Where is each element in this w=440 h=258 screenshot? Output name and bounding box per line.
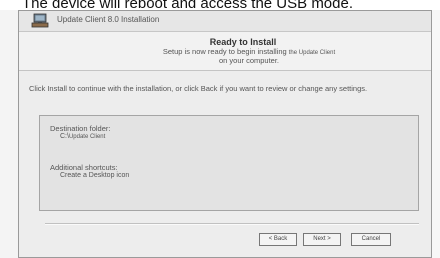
installer-window: Update Client 8.0 Installation Ready to …: [18, 10, 432, 258]
shortcut-item: Create a Desktop icon: [60, 172, 130, 179]
destination-folder-label: Destination folder:: [50, 124, 111, 133]
cancel-button[interactable]: Cancel: [351, 233, 391, 246]
next-button[interactable]: Next >: [303, 233, 341, 246]
subtitle-product: the Update Client: [288, 50, 336, 56]
document-right-margin: [432, 10, 440, 258]
install-summary-box: Destination folder: C:\Update Client Add…: [39, 115, 419, 211]
subtitle-end: on your computer.: [218, 56, 280, 65]
button-separator: [45, 223, 419, 225]
title-bar: Update Client 8.0 Installation: [19, 11, 431, 32]
installer-app-icon: [31, 13, 49, 28]
window-title: Update Client 8.0 Installation: [57, 15, 160, 24]
wizard-header: Ready to Install Setup is now ready to b…: [19, 32, 431, 71]
document-left-margin: [0, 10, 19, 258]
destination-drive: C:\: [60, 133, 69, 140]
destination-folder-value: C:\Update Client: [60, 133, 105, 140]
additional-shortcuts-label: Additional shortcuts:: [50, 163, 118, 172]
page-subtitle: Setup is now ready to begin installing t…: [19, 48, 431, 65]
destination-path: Update Client: [68, 134, 106, 140]
subtitle-start: Setup is now ready to begin installing: [162, 47, 287, 56]
back-button[interactable]: < Back: [259, 233, 297, 246]
instruction-text: Click Install to continue with the insta…: [29, 84, 368, 93]
page-title: Ready to Install: [209, 37, 277, 47]
